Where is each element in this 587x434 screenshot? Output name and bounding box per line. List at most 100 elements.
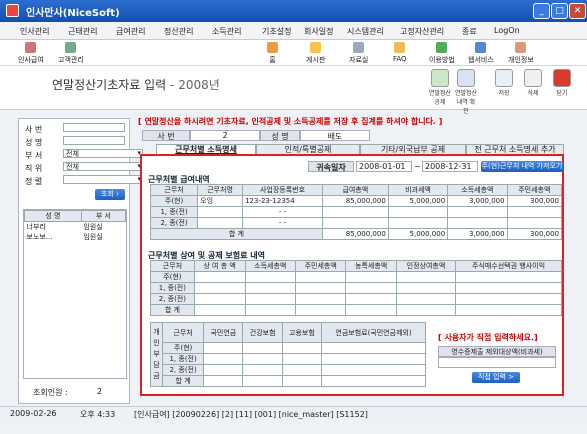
search-label: 조회 bbox=[101, 190, 114, 198]
sort-select[interactable] bbox=[63, 175, 143, 184]
status-bar: 2009-02-26 오후 4:33 [인사급여] [20090226] [2]… bbox=[0, 406, 587, 420]
menu-item[interactable]: 고정자산관리 bbox=[400, 26, 444, 37]
menu-item[interactable]: LogOn bbox=[494, 26, 520, 35]
toolbar-howto-button[interactable]: 이용방법 bbox=[429, 42, 455, 65]
calculator-icon bbox=[431, 69, 449, 87]
position-select[interactable]: 전체 bbox=[63, 162, 143, 171]
close-button[interactable]: ✕ bbox=[569, 3, 586, 19]
close-page-button[interactable]: 닫기 bbox=[550, 69, 574, 97]
label-position: 직 위 bbox=[25, 164, 43, 173]
period-to-input[interactable]: 2008-12-31 bbox=[422, 161, 478, 172]
menu-item[interactable]: 급여관리 bbox=[116, 26, 145, 37]
menu-item[interactable]: 소득관리 bbox=[212, 26, 241, 37]
col-name: 성 명 bbox=[24, 210, 82, 222]
name-input[interactable] bbox=[63, 136, 125, 145]
toolbar-profile-button[interactable]: 개인정보 bbox=[508, 42, 534, 65]
status-time: 오후 4:33 bbox=[80, 410, 116, 419]
menu-item[interactable]: 정산관리 bbox=[164, 26, 193, 37]
action-label: 연말정산내역 확 인 bbox=[454, 90, 478, 115]
toolbar-label: 이용방법 bbox=[429, 56, 455, 64]
period-separator: ~ bbox=[414, 162, 421, 171]
minimize-button[interactable]: _ bbox=[533, 3, 550, 19]
app-window: 인사만사(NiceSoft) _ □ ✕ 인사관리 근태관리 급여관리 정산관리… bbox=[0, 0, 587, 434]
toolbar-label: 인사급여 bbox=[18, 56, 44, 64]
toolbar-home-button[interactable]: 홈 bbox=[267, 42, 278, 65]
files-icon bbox=[353, 42, 365, 53]
person-icon bbox=[25, 42, 37, 53]
web-icon bbox=[475, 42, 487, 53]
profile-icon bbox=[515, 42, 527, 53]
exempt-amount-input[interactable] bbox=[438, 357, 556, 368]
toolbar-customer-button[interactable]: 고객관리 bbox=[58, 42, 84, 65]
delete-button[interactable]: 삭제 bbox=[521, 69, 545, 97]
save-button[interactable]: 저장 bbox=[492, 69, 516, 97]
bonus-table: 근무처 상 여 총 액 소득세총액 주민세총액 농특세총액 인정상여총액 주식매수선택권 행… bbox=[150, 260, 562, 316]
check-icon bbox=[457, 69, 475, 87]
employee-search-panel: 사 번 성 명 부 서전체 직 위전체 정 렬 조회 › 성 명부 서 너부리임… bbox=[18, 118, 143, 404]
faq-icon bbox=[394, 42, 406, 53]
board-icon bbox=[310, 42, 322, 53]
table-row[interactable]: 보노보... 임원실 bbox=[25, 232, 126, 242]
insurance-table: 개인부담금 근무처 국민연금 건강보험 고용보험 연금보험료(국민연금제외) 주(현) 1… bbox=[150, 322, 426, 387]
home-icon bbox=[267, 42, 278, 53]
salary-table: 근무처 근무처명 사업장등록번호 급여총액 비과세액 소득세총액 주민세총액 주(현) 오잉 1… bbox=[149, 184, 563, 240]
toolbar-label: 개인정보 bbox=[508, 56, 534, 64]
empno-input[interactable] bbox=[63, 123, 125, 132]
page-year: - 2008년 bbox=[170, 78, 220, 92]
direct-input-button[interactable]: 직접 입력 > bbox=[472, 372, 520, 383]
direct-input-title: [ 사용자가 직접 입력하세요.] bbox=[438, 333, 538, 342]
toolbar-webservice-button[interactable]: 웹서비스 bbox=[468, 42, 494, 65]
app-icon bbox=[6, 4, 19, 17]
toolbar-board-button[interactable]: 게시판 bbox=[306, 42, 325, 65]
empno-value: 2 bbox=[190, 130, 260, 141]
period-label: 귀속일자 bbox=[308, 161, 354, 172]
menu-item[interactable]: 근태관리 bbox=[68, 26, 97, 37]
deduction-button[interactable]: 연말정산 공제 bbox=[428, 69, 452, 106]
toolbar-label: FAQ bbox=[393, 55, 407, 63]
title-bar: 인사만사(NiceSoft) _ □ ✕ bbox=[0, 0, 587, 22]
cell-name: 너부리 bbox=[26, 223, 46, 231]
toolbar-label: 게시판 bbox=[306, 56, 326, 64]
empname-value: 배도 bbox=[300, 130, 370, 141]
label-name: 성 명 bbox=[25, 138, 43, 147]
dept-select[interactable]: 전체 bbox=[63, 149, 143, 158]
window-title: 인사만사(NiceSoft) bbox=[26, 8, 120, 19]
exempt-amount-label: 영수증제출 제외대상액(비과세) bbox=[438, 346, 556, 357]
exit-icon bbox=[553, 69, 571, 87]
toolbar-label: 고객관리 bbox=[58, 56, 84, 64]
label-empno: 사 번 bbox=[25, 125, 43, 134]
menu-item[interactable]: 종료 bbox=[462, 26, 477, 37]
empname-label: 성 명 bbox=[260, 130, 300, 141]
search-button[interactable]: 조회 › bbox=[95, 189, 125, 200]
status-date: 2009-02-26 bbox=[10, 409, 57, 418]
toolbar-files-button[interactable]: 자료실 bbox=[349, 42, 368, 65]
trash-icon bbox=[524, 69, 542, 87]
fetch-label: 주(현)근무처 내역 가져오기 bbox=[481, 162, 563, 170]
menu-item[interactable]: 시스템관리 bbox=[347, 26, 384, 37]
toolbar-label: 웹서비스 bbox=[468, 56, 494, 64]
save-icon bbox=[495, 69, 513, 87]
menu-item[interactable]: 기초설정 bbox=[262, 26, 291, 37]
toolbar-insa-button[interactable]: 인사급여 bbox=[18, 42, 44, 65]
table-row[interactable]: 너부리 임원실 bbox=[25, 222, 126, 233]
menu-item[interactable]: 인사관리 bbox=[20, 26, 49, 37]
toolbar-faq-button[interactable]: FAQ bbox=[393, 42, 407, 63]
menu-bar: 인사관리 근태관리 급여관리 정산관리 소득관리 기초설정 회사일정 시스템관리… bbox=[0, 22, 587, 40]
cell-dept: 임원실 bbox=[83, 233, 103, 241]
check-button[interactable]: 연말정산내역 확 인 bbox=[454, 69, 478, 115]
fetch-current-button[interactable]: 주(현)근무처 내역 가져오기 › bbox=[481, 161, 563, 181]
page-title-text: 연말정산기초자료 입력 bbox=[52, 78, 167, 92]
label-dept: 부 서 bbox=[25, 151, 43, 160]
page-header: 연말정산기초자료 입력 - 2008년 연말정산 공제 연말정산내역 확 인 저… bbox=[0, 66, 587, 115]
status-info: [인사급여] [20090226] [2] [11] [001] [nice_m… bbox=[134, 410, 368, 419]
count-label: 조회인원 : bbox=[33, 388, 68, 397]
employee-grid: 성 명부 서 너부리 임원실 보노보... 임원실 bbox=[23, 209, 127, 379]
action-label: 닫기 bbox=[556, 90, 568, 97]
empno-label: 사 번 bbox=[142, 130, 190, 141]
menu-item[interactable]: 회사일정 bbox=[304, 26, 333, 37]
period-from-input[interactable]: 2008-01-01 bbox=[356, 161, 412, 172]
toolbar-label: 자료실 bbox=[349, 56, 369, 64]
count-value: 2 bbox=[97, 387, 103, 396]
toolbar-label: 홈 bbox=[269, 56, 276, 64]
maximize-button[interactable]: □ bbox=[551, 3, 568, 19]
